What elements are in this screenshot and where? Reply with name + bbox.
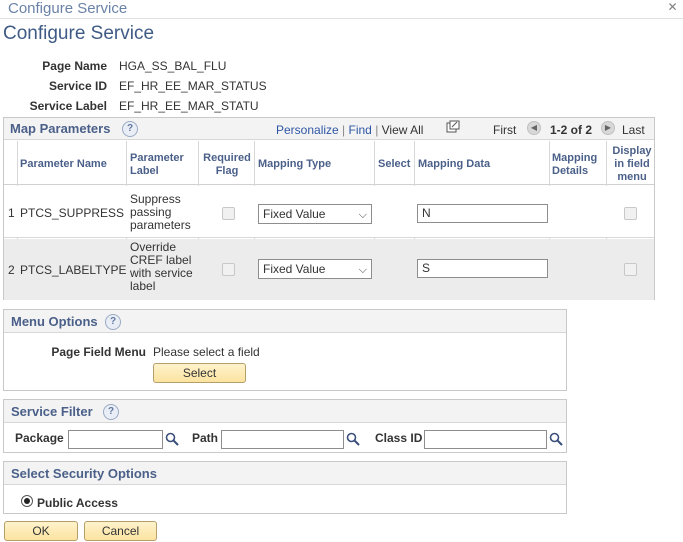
service-filter-group: Service Filter ? Package Path Class ID: [3, 399, 567, 453]
page-field-menu-value: Please select a field: [153, 345, 260, 359]
window-titlebar: Configure Service ✕: [0, 0, 683, 19]
ok-button[interactable]: OK: [4, 521, 78, 541]
grid-navigation: Personalize | Find | View All: [276, 123, 424, 137]
menu-options-title: Menu Options: [11, 314, 98, 329]
chevron-down-icon: ⌵: [358, 209, 367, 221]
help-icon[interactable]: ?: [103, 404, 119, 420]
row-range: 1-2 of 2: [550, 123, 593, 137]
previous-icon[interactable]: ◀: [527, 121, 541, 135]
public-access-label[interactable]: Public Access: [37, 496, 118, 510]
select-button[interactable]: Select: [153, 363, 246, 383]
mapping-data-input[interactable]: N: [417, 204, 548, 223]
col-parameter-label[interactable]: Parameter Label: [130, 152, 196, 178]
service-id-value: EF_HR_EE_MAR_STATUS: [119, 79, 267, 93]
first-label: First: [493, 123, 517, 137]
service-filter-title: Service Filter: [11, 404, 93, 419]
page-name-label: Page Name: [42, 59, 107, 73]
window-title: Configure Service: [8, 0, 128, 17]
col-mapping-details: Mapping Details: [552, 152, 598, 177]
menu-options-group: Menu Options ? Page Field Menu Please se…: [3, 309, 567, 391]
parameter-label: Suppress passing parameters: [130, 192, 191, 232]
next-icon[interactable]: ▶: [601, 121, 615, 135]
service-label-value: EF_HR_EE_MAR_STATU: [119, 99, 259, 113]
mapping-data-input[interactable]: S: [417, 259, 548, 278]
col-mapping-type[interactable]: Mapping Type: [258, 158, 331, 171]
security-options-header: Select Security Options: [4, 462, 566, 485]
col-parameter-name[interactable]: Parameter Name: [20, 158, 107, 171]
parameter-label: Override CREF label with service label: [130, 240, 193, 293]
mapping-type-select[interactable]: Fixed Value ⌵: [258, 259, 372, 279]
menu-options-header: Menu Options ?: [4, 310, 566, 333]
page-title: Configure Service: [3, 23, 155, 44]
class-id-label: Class ID: [375, 431, 423, 445]
search-icon[interactable]: [165, 432, 179, 446]
col-select: Select: [378, 158, 411, 170]
service-filter-header: Service Filter ?: [4, 400, 566, 423]
security-options-title: Select Security Options: [11, 466, 157, 481]
row-number: 1: [8, 206, 15, 220]
grid-header-bar: Map Parameters ? Personalize | Find | Vi…: [4, 118, 654, 140]
service-label-label: Service Label: [29, 99, 107, 113]
class-id-input[interactable]: [424, 430, 547, 449]
required-flag-checkbox: [222, 207, 235, 220]
map-parameters-title: Map Parameters: [10, 121, 111, 136]
security-options-group: Select Security Options Public Access: [3, 461, 567, 514]
chevron-down-icon: ⌵: [358, 264, 367, 276]
close-icon[interactable]: ✕: [666, 1, 679, 14]
page-name-value: HGA_SS_BAL_FLU: [119, 59, 227, 73]
search-icon[interactable]: [346, 432, 360, 446]
new-window-icon[interactable]: [446, 120, 460, 134]
col-display-in-field-menu[interactable]: Display in field menu: [608, 145, 656, 184]
search-icon[interactable]: [549, 432, 563, 446]
path-label: Path: [192, 431, 219, 445]
public-access-radio[interactable]: [21, 495, 33, 507]
col-required-flag[interactable]: Required Flag: [200, 152, 254, 178]
required-flag-checkbox: [222, 263, 235, 276]
help-icon[interactable]: ?: [122, 121, 138, 137]
map-parameters-grid: Map Parameters ? Personalize | Find | Vi…: [3, 117, 655, 300]
parameter-name: PTCS_LABELTYPE: [20, 263, 127, 277]
path-input[interactable]: [221, 430, 344, 449]
personalize-link[interactable]: Personalize: [276, 123, 339, 137]
display-in-field-menu-checkbox: [624, 207, 637, 220]
help-icon[interactable]: ?: [105, 314, 121, 330]
col-mapping-data[interactable]: Mapping Data: [418, 158, 490, 171]
mapping-type-select[interactable]: Fixed Value ⌵: [258, 204, 372, 224]
cancel-button[interactable]: Cancel: [84, 521, 157, 541]
display-in-field-menu-checkbox: [624, 263, 637, 276]
service-id-label: Service ID: [48, 79, 107, 93]
last-label: Last: [622, 123, 645, 137]
row-number: 2: [8, 263, 15, 277]
parameter-name: PTCS_SUPPRESS: [20, 206, 125, 220]
find-link[interactable]: Find: [349, 123, 372, 137]
package-input[interactable]: [68, 430, 163, 449]
view-all-link[interactable]: View All: [382, 123, 424, 137]
package-label: Package: [15, 431, 64, 445]
page-field-menu-label: Page Field Menu: [51, 345, 146, 359]
